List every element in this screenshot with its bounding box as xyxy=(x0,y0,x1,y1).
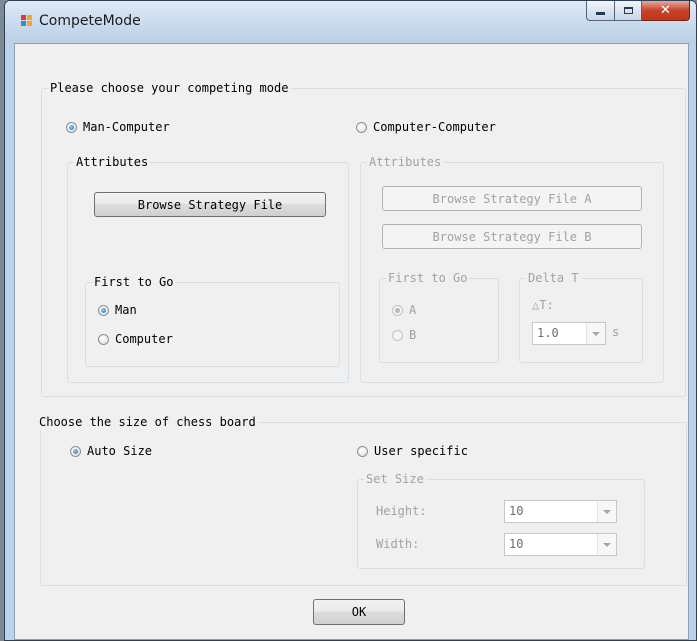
computer-computer-radio[interactable]: Computer-Computer xyxy=(356,120,496,134)
competing-mode-group: Please choose your competing mode Man-Co… xyxy=(41,80,686,397)
maximize-icon xyxy=(623,7,633,14)
width-combo[interactable]: 10 xyxy=(504,533,617,556)
user-specific-radio[interactable]: User specific xyxy=(357,444,468,458)
man-computer-radio[interactable]: Man-Computer xyxy=(66,120,170,134)
first-computer-label: Computer xyxy=(115,332,173,346)
radio-unselected-icon xyxy=(392,329,403,341)
computer-computer-label: Computer-Computer xyxy=(373,120,496,134)
computer-computer-attributes-group: Attributes Browse Strategy File A Browse… xyxy=(360,154,664,383)
attributes-legend: Attributes xyxy=(367,154,444,170)
first-b-radio[interactable]: B xyxy=(392,328,416,342)
set-size-legend: Set Size xyxy=(364,471,426,487)
window-title: CompeteMode xyxy=(39,13,141,29)
delta-t-unit: s xyxy=(612,325,620,339)
first-man-label: Man xyxy=(115,303,137,317)
auto-size-label: Auto Size xyxy=(87,444,153,458)
board-size-legend: Choose the size of chess board xyxy=(37,414,258,430)
browse-strategy-file-button[interactable]: Browse Strategy File xyxy=(94,192,326,217)
first-to-go-group-disabled: First to Go A B xyxy=(379,270,499,363)
board-size-group: Choose the size of chess board Auto Size… xyxy=(37,414,687,586)
ok-button[interactable]: OK xyxy=(313,599,405,625)
first-man-radio[interactable]: Man xyxy=(98,303,137,317)
width-label: Width: xyxy=(376,537,420,551)
competing-mode-legend: Please choose your competing mode xyxy=(48,80,291,96)
height-combo[interactable]: 10 xyxy=(504,500,617,523)
first-b-label: B xyxy=(409,328,417,342)
dropdown-arrow-icon[interactable] xyxy=(586,323,605,344)
first-a-label: A xyxy=(409,303,417,317)
width-value: 10 xyxy=(509,537,524,551)
radio-selected-icon xyxy=(70,445,81,457)
browse-strategy-file-b-button[interactable]: Browse Strategy File B xyxy=(382,224,642,249)
radio-selected-icon xyxy=(66,121,77,133)
attributes-legend: Attributes xyxy=(74,154,151,170)
delta-t-group: Delta T △T: 1.0 s xyxy=(519,270,643,363)
radio-unselected-icon xyxy=(98,333,109,345)
set-size-group: Set Size Height: 10 Width: 10 xyxy=(357,471,645,569)
maximize-button[interactable] xyxy=(615,1,642,21)
man-computer-attributes-group: Attributes Browse Strategy File First to… xyxy=(67,154,349,383)
first-to-go-legend: First to Go xyxy=(92,274,176,290)
auto-size-radio[interactable]: Auto Size xyxy=(70,444,152,458)
height-label: Height: xyxy=(376,504,427,518)
first-a-radio[interactable]: A xyxy=(392,303,416,317)
first-to-go-legend: First to Go xyxy=(386,270,470,286)
dialog-client-area: Please choose your competing mode Man-Co… xyxy=(14,43,689,640)
close-icon: ✕ xyxy=(660,3,671,18)
caption-buttons: ✕ xyxy=(586,1,690,21)
close-button[interactable]: ✕ xyxy=(642,1,690,21)
dropdown-arrow-icon[interactable] xyxy=(597,534,616,555)
minimize-icon xyxy=(596,12,605,15)
user-specific-label: User specific xyxy=(374,444,468,458)
dropdown-arrow-icon[interactable] xyxy=(597,501,616,522)
first-to-go-group: First to Go Man Computer xyxy=(85,274,340,367)
compete-mode-window: CompeteMode ✕ Please choose your competi… xyxy=(4,0,697,641)
delta-t-label: △T: xyxy=(532,298,554,312)
delta-t-legend: Delta T xyxy=(526,270,581,286)
minimize-button[interactable] xyxy=(586,1,615,21)
title-bar[interactable]: CompeteMode ✕ xyxy=(5,1,696,43)
app-icon xyxy=(21,15,33,27)
man-computer-label: Man-Computer xyxy=(83,120,170,134)
browse-strategy-file-a-button[interactable]: Browse Strategy File A xyxy=(382,186,642,211)
delta-t-combo[interactable]: 1.0 xyxy=(532,322,606,345)
radio-selected-icon xyxy=(392,304,403,316)
radio-unselected-icon xyxy=(357,445,368,457)
height-value: 10 xyxy=(509,504,524,518)
first-computer-radio[interactable]: Computer xyxy=(98,332,173,346)
radio-selected-icon xyxy=(98,304,109,316)
radio-unselected-icon xyxy=(356,121,367,133)
delta-t-value: 1.0 xyxy=(537,326,559,340)
